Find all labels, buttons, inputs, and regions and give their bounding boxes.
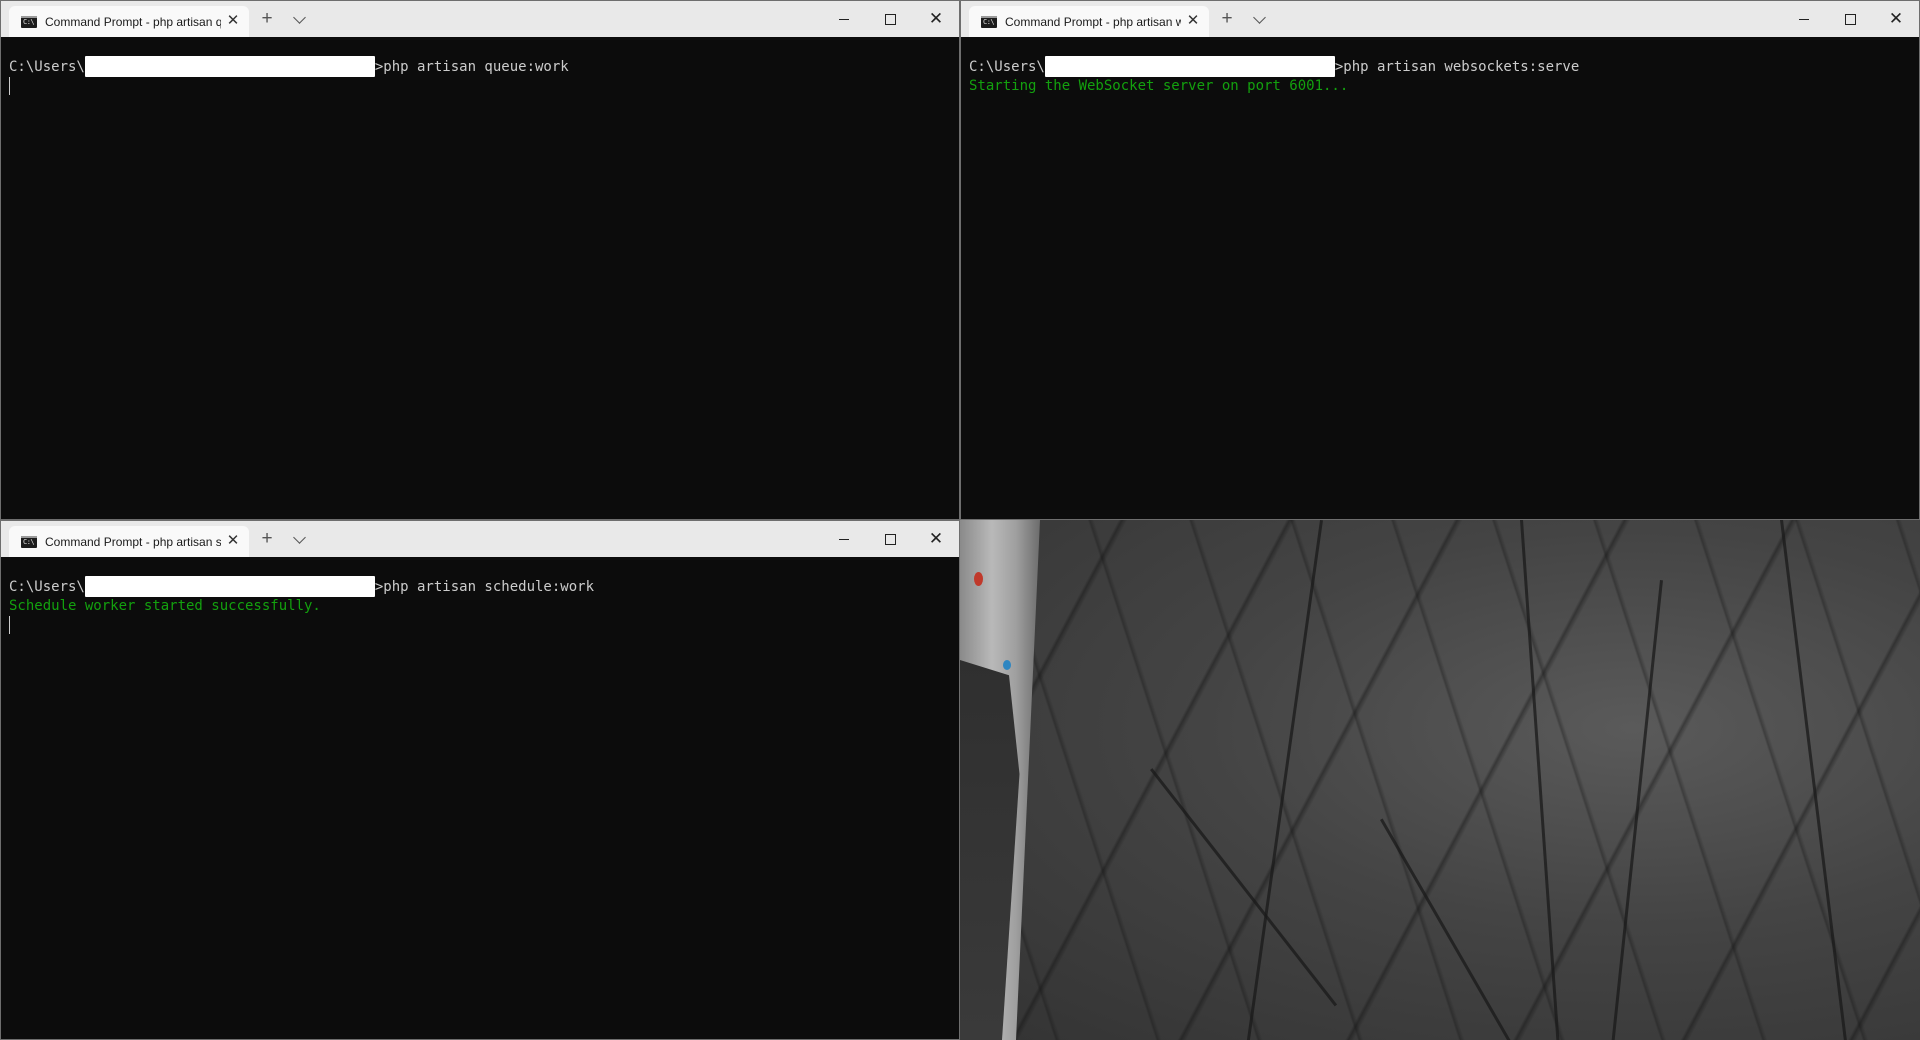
redacted-username bbox=[84, 576, 375, 597]
new-tab-button[interactable]: + bbox=[255, 9, 279, 29]
minimize-button[interactable] bbox=[821, 521, 867, 557]
minimize-icon bbox=[839, 539, 849, 540]
wallpaper-crack bbox=[1150, 768, 1338, 1007]
command-text: >php artisan websockets:serve bbox=[1334, 59, 1580, 75]
console-output[interactable]: C:\Users\ >php artisan schedule:work Sche… bbox=[9, 576, 951, 1039]
maximize-icon bbox=[1845, 14, 1856, 25]
desktop-wallpaper bbox=[960, 520, 1920, 1040]
close-tab-icon[interactable]: ✕ bbox=[225, 13, 241, 29]
cursor-line bbox=[9, 77, 951, 96]
maximize-icon bbox=[885, 14, 896, 25]
console-output[interactable]: C:\Users\ >php artisan websockets:serve S… bbox=[969, 56, 1911, 519]
prompt-prefix: C:\Users\ bbox=[969, 59, 1045, 75]
console-output[interactable]: C:\Users\ >php artisan queue:work bbox=[9, 56, 951, 519]
tab-command-prompt[interactable]: Command Prompt - php artisan websockets:… bbox=[969, 6, 1209, 37]
minimize-button[interactable] bbox=[821, 1, 867, 37]
text-cursor bbox=[9, 616, 10, 634]
close-window-button[interactable]: ✕ bbox=[913, 521, 959, 557]
close-icon: ✕ bbox=[928, 529, 944, 548]
redacted-username bbox=[84, 56, 375, 77]
climber-figure bbox=[974, 572, 983, 586]
tab-title: Command Prompt - php artisan schedule:wo… bbox=[45, 535, 221, 549]
cmd-icon bbox=[981, 16, 997, 28]
close-icon: ✕ bbox=[928, 9, 944, 28]
desktop: Command Prompt - php artisan queue:work … bbox=[0, 0, 1920, 1040]
prompt-prefix: C:\Users\ bbox=[9, 59, 85, 75]
tab-title: Command Prompt - php artisan queue:work bbox=[45, 15, 221, 29]
tab-command-prompt[interactable]: Command Prompt - php artisan schedule:wo… bbox=[9, 526, 249, 557]
wallpaper-crack bbox=[1520, 520, 1563, 1040]
minimize-icon bbox=[839, 19, 849, 20]
terminal-window-websockets: Command Prompt - php artisan websockets:… bbox=[960, 0, 1920, 520]
command-text: >php artisan schedule:work bbox=[374, 579, 595, 595]
new-tab-button[interactable]: + bbox=[1215, 9, 1239, 29]
minimize-button[interactable] bbox=[1781, 1, 1827, 37]
maximize-button[interactable] bbox=[867, 521, 913, 557]
chevron-down-icon bbox=[292, 11, 306, 24]
output-line: Schedule worker started successfully. bbox=[9, 598, 321, 614]
cmd-icon bbox=[21, 536, 37, 548]
terminal-window-queue: Command Prompt - php artisan queue:work … bbox=[0, 0, 960, 520]
wallpaper-crack bbox=[1380, 818, 1513, 1040]
redacted-username bbox=[1044, 56, 1335, 77]
text-cursor bbox=[9, 77, 10, 95]
command-text: >php artisan queue:work bbox=[374, 59, 569, 75]
prompt-prefix: C:\Users\ bbox=[9, 579, 85, 595]
cursor-line bbox=[9, 616, 951, 635]
cmd-icon bbox=[21, 16, 37, 28]
maximize-button[interactable] bbox=[867, 1, 913, 37]
tab-dropdown-button[interactable] bbox=[287, 9, 311, 29]
minimize-icon bbox=[1799, 19, 1809, 20]
close-window-button[interactable]: ✕ bbox=[913, 1, 959, 37]
terminal-window-schedule: Command Prompt - php artisan schedule:wo… bbox=[0, 520, 960, 1040]
climber-figure bbox=[1003, 660, 1011, 670]
close-window-button[interactable]: ✕ bbox=[1873, 1, 1919, 37]
title-bar[interactable]: Command Prompt - php artisan queue:work … bbox=[1, 1, 959, 37]
new-tab-button[interactable]: + bbox=[255, 529, 279, 549]
prompt-line: C:\Users\ >php artisan websockets:serve bbox=[969, 56, 1911, 77]
chevron-down-icon bbox=[1252, 11, 1266, 24]
close-tab-icon[interactable]: ✕ bbox=[225, 533, 241, 549]
close-tab-icon[interactable]: ✕ bbox=[1185, 13, 1201, 29]
title-bar[interactable]: Command Prompt - php artisan schedule:wo… bbox=[1, 521, 959, 557]
prompt-line: C:\Users\ >php artisan queue:work bbox=[9, 56, 951, 77]
maximize-icon bbox=[885, 534, 896, 545]
tab-dropdown-button[interactable] bbox=[287, 529, 311, 549]
wallpaper-crack bbox=[1242, 520, 1323, 1040]
maximize-button[interactable] bbox=[1827, 1, 1873, 37]
tab-command-prompt[interactable]: Command Prompt - php artisan queue:work … bbox=[9, 6, 249, 37]
wallpaper-crack bbox=[1780, 520, 1849, 1040]
title-bar[interactable]: Command Prompt - php artisan websockets:… bbox=[961, 1, 1919, 37]
chevron-down-icon bbox=[292, 531, 306, 544]
close-icon: ✕ bbox=[1888, 9, 1904, 28]
output-line: Starting the WebSocket server on port 60… bbox=[969, 78, 1349, 94]
prompt-line: C:\Users\ >php artisan schedule:work bbox=[9, 576, 951, 597]
tab-dropdown-button[interactable] bbox=[1247, 9, 1271, 29]
wallpaper-crack bbox=[1609, 580, 1663, 1040]
tab-title: Command Prompt - php artisan websockets:… bbox=[1005, 15, 1181, 29]
